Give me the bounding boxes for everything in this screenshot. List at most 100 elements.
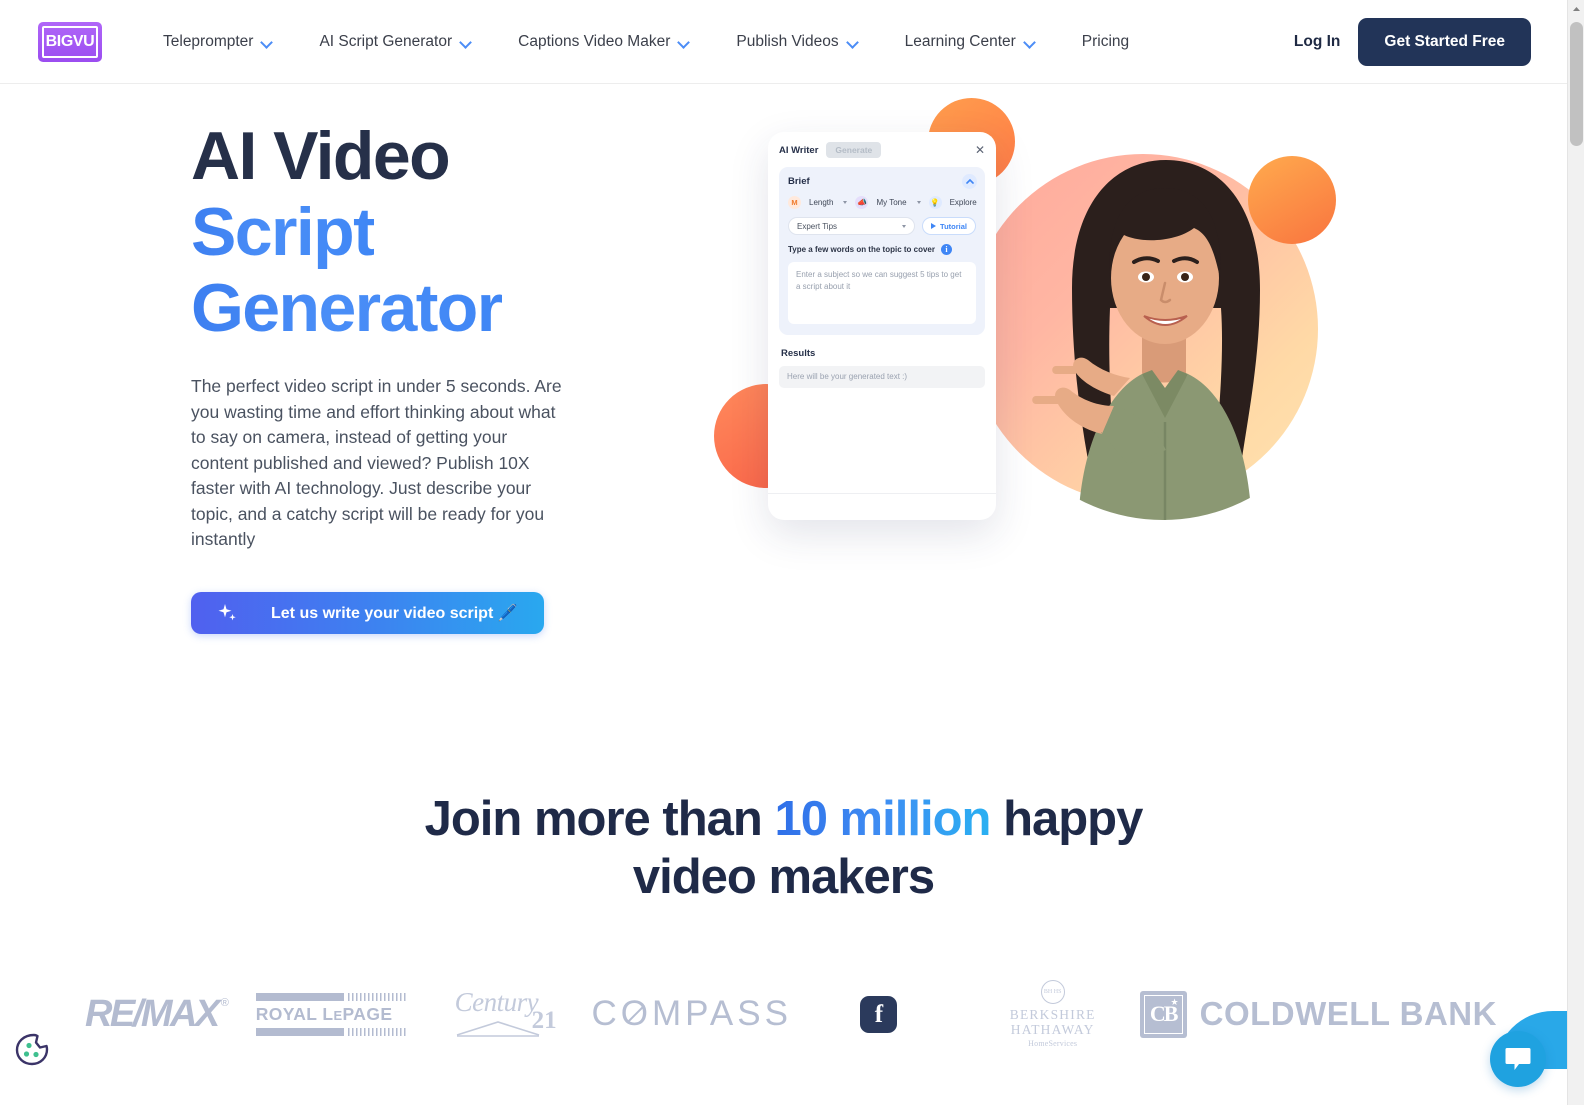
megaphone-icon: 📣: [855, 196, 869, 209]
logo-century21: Century 21: [418, 982, 592, 1046]
mockup-results-label: Results: [781, 348, 816, 359]
berkshire-line-2: HATHAWAY: [1010, 1021, 1095, 1037]
compass-rest: MPASS: [652, 994, 792, 1033]
coldwell-banker-mark-icon: CB ★: [1139, 990, 1187, 1038]
royal-lepage-bar: [255, 1027, 344, 1036]
registered-icon: ®: [220, 997, 229, 1009]
mockup-app-title: AI Writer: [779, 144, 819, 156]
page-title: AI Video Script Generator: [191, 118, 591, 346]
nav-item-captions-video-maker[interactable]: Captions Video Maker: [495, 23, 713, 61]
chevron-down-icon: [679, 38, 690, 45]
mockup-brief-controls: M Length 📣 My Tone 💡 Explore: [788, 196, 977, 209]
nav-label: Teleprompter: [163, 32, 254, 50]
chevron-up-icon[interactable]: [962, 174, 977, 189]
logo-facebook: f: [792, 982, 966, 1046]
nav-item-ai-script-generator[interactable]: AI Script Generator: [296, 23, 495, 61]
royal-lepage-wordmark: ROYAL LEPAGE: [256, 1001, 406, 1028]
nav-label: AI Script Generator: [319, 32, 453, 50]
hero-paragraph: The perfect video script in under 5 seco…: [191, 376, 562, 549]
caret-down-icon: [916, 201, 921, 204]
info-icon[interactable]: i: [940, 244, 952, 255]
royal-lepage-hatch: [347, 1027, 406, 1036]
hero-title-line-1: AI Video: [191, 118, 451, 194]
presenter-photo: [1018, 138, 1308, 538]
social-proof-section: Join more than 10 million happy video ma…: [0, 790, 1567, 1048]
chat-bubble-icon: [1505, 1048, 1531, 1070]
tutorial-button[interactable]: Tutorial: [922, 217, 976, 235]
topic-textarea[interactable]: Enter a subject so we can suggest 5 tips…: [788, 262, 976, 324]
scrollbar-thumb[interactable]: [1570, 22, 1583, 146]
mockup-topic-label: Type a few words on the topic to cover: [788, 245, 935, 254]
nav-label: Pricing: [1081, 32, 1130, 50]
caret-down-icon: [843, 201, 848, 204]
scroll-up-arrow-icon[interactable]: [1568, 0, 1584, 17]
chat-widget-button[interactable]: [1490, 1031, 1546, 1087]
rlp-main: ROYAL L: [255, 1003, 334, 1024]
mockup-length-label[interactable]: Length: [809, 198, 833, 207]
bigvu-logo[interactable]: BIGVU: [38, 21, 102, 62]
page-scrollbar[interactable]: [1567, 0, 1584, 1105]
nav-label: Learning Center: [904, 32, 1016, 50]
facebook-icon: f: [860, 995, 898, 1033]
write-script-button-label: Let us write your video script 🖊️: [271, 604, 518, 622]
star-icon: ★: [1170, 996, 1179, 1007]
nav-label: Publish Videos: [736, 32, 839, 50]
mockup-brief-label: Brief: [788, 176, 810, 187]
berkshire-line-1: BERKSHIRE: [1009, 1007, 1096, 1022]
coldwell-banker-wordmark: COLDWELL BANK: [1199, 995, 1497, 1032]
mockup-brief-panel: Brief M Length 📣 My Tone 💡 Explore Exper…: [779, 167, 985, 335]
berkshire-seal-icon: BH HS: [1040, 980, 1065, 1004]
page-root: BIGVU Teleprompter AI Script Generator C…: [0, 0, 1584, 1105]
mockup-topic-line: Type a few words on the topic to cover i: [788, 244, 976, 255]
chevron-down-icon: [262, 38, 273, 45]
logo-compass: C O MPASS: [592, 982, 792, 1046]
mockup-results-box: Here will be your generated text :): [779, 366, 985, 388]
nav-item-pricing[interactable]: Pricing: [1059, 23, 1152, 61]
lightbulb-icon: 💡: [928, 196, 942, 209]
royal-lepage-hatch: [347, 992, 406, 1001]
cookie-consent-button[interactable]: [10, 1027, 54, 1071]
berkshire-subtitle: HomeServices: [1028, 1039, 1078, 1048]
close-icon[interactable]: ✕: [975, 144, 985, 156]
compass-c: C: [591, 994, 621, 1033]
play-icon: [931, 223, 937, 229]
hero-section: AI Video Script Generator The perfect vi…: [0, 84, 1567, 734]
logo-remax: RE/MAX ®: [70, 982, 244, 1046]
write-script-button[interactable]: Let us write your video script 🖊️: [191, 591, 544, 634]
hero-illustration: AI Writer Generate ✕ Brief M Length 📣 My…: [700, 94, 1360, 554]
nav-item-publish-videos[interactable]: Publish Videos: [713, 23, 881, 61]
social-proof-highlight: 10 million: [774, 792, 991, 846]
mockup-tone-label[interactable]: My Tone: [876, 198, 906, 207]
partner-logo-strip: RE/MAX ® ROYAL LEPAGE Century 21 C O MPA…: [0, 980, 1567, 1048]
mockup-explore-label[interactable]: Explore: [950, 198, 977, 207]
compass-wordmark: C O MPASS: [592, 994, 792, 1034]
compass-o-slashed: O: [620, 994, 653, 1033]
login-link[interactable]: Log In: [1276, 23, 1359, 61]
expert-tips-select-value: Expert Tips: [797, 221, 838, 231]
header-actions: Log In Get Started Free: [1276, 17, 1531, 66]
mockup-header: AI Writer Generate ✕: [779, 142, 985, 158]
remax-wordmark: RE/MAX: [84, 993, 220, 1035]
hero-title-line-3: Generator: [191, 270, 503, 346]
tutorial-button-label: Tutorial: [940, 221, 967, 231]
nav-item-teleprompter[interactable]: Teleprompter: [140, 23, 296, 61]
rlp-rest: PAGE: [342, 1003, 393, 1024]
cookie-icon: [15, 1033, 49, 1066]
nav-label: Captions Video Maker: [518, 32, 671, 50]
hero-copy: AI Video Script Generator The perfect vi…: [191, 118, 591, 634]
mockup-select-row: Expert Tips Tutorial: [788, 217, 976, 235]
royal-lepage-bar: [255, 992, 344, 1001]
mockup-generate-button[interactable]: Generate: [826, 142, 882, 158]
get-started-free-button[interactable]: Get Started Free: [1358, 17, 1531, 66]
century21-wordmark: Century: [454, 987, 539, 1017]
site-header: BIGVU Teleprompter AI Script Generator C…: [0, 0, 1567, 84]
nav-item-learning-center[interactable]: Learning Center: [882, 23, 1059, 61]
century21-roof-icon: [456, 1021, 539, 1037]
hero-title-line-2: Script: [191, 194, 376, 270]
social-proof-title: Join more than 10 million happy video ma…: [0, 790, 1567, 906]
logo-royal-lepage: ROYAL LEPAGE: [244, 982, 418, 1046]
social-proof-title-before: Join more than: [424, 792, 775, 846]
logo-berkshire-hathaway: BH HS BERKSHIRE HATHAWAY HomeServices: [966, 980, 1140, 1048]
caret-down-icon: [902, 224, 907, 228]
expert-tips-select[interactable]: Expert Tips: [788, 217, 916, 235]
